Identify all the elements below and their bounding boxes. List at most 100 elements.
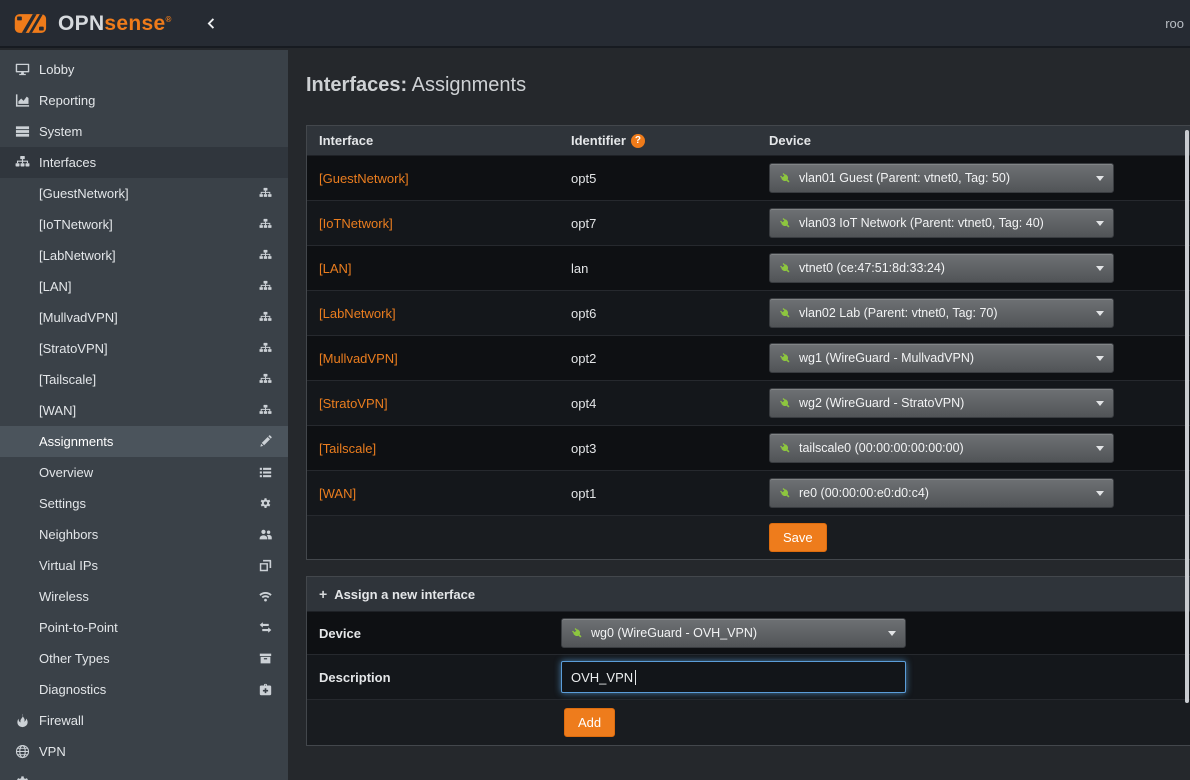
sidebar-item-diagnostics[interactable]: Diagnostics	[0, 674, 288, 705]
sidebar-item-iotnetwork[interactable]: [IoTNetwork]	[0, 209, 288, 240]
sidebar-item-assignments[interactable]: Assignments	[0, 426, 288, 457]
device-label: Device	[307, 626, 561, 641]
sidebar-item-virtual-ips[interactable]: Virtual IPs	[0, 550, 288, 581]
sidebar-item-label: Virtual IPs	[39, 558, 98, 573]
interface-link[interactable]: [LabNetwork]	[319, 306, 396, 321]
network-icon	[259, 280, 276, 293]
device-dropdown[interactable]: vtnet0 (ce:47:51:8d:33:24)	[769, 253, 1114, 283]
device-dropdown[interactable]: vlan01 Guest (Parent: vtnet0, Tag: 50)	[769, 163, 1114, 193]
sidebar-item-point-to-point[interactable]: Point-to-Point	[0, 612, 288, 643]
sidebar-item-other-types[interactable]: Other Types	[0, 643, 288, 674]
sidebar-item-interfaces[interactable]: Interfaces	[0, 147, 288, 178]
device-dropdown[interactable]: wg2 (WireGuard - StratoVPN)	[769, 388, 1114, 418]
gears-icon	[259, 497, 276, 510]
sidebar-item-label: VPN	[39, 744, 66, 759]
column-identifier: Identifier?	[559, 126, 757, 155]
sidebar-item-label: Firewall	[39, 713, 84, 728]
sidebar-item-label: Settings	[39, 496, 86, 511]
interface-link[interactable]: [GuestNetwork]	[319, 171, 409, 186]
sidebar-item-label: Assignments	[39, 434, 113, 449]
device-dropdown[interactable]: re0 (00:00:00:e0:d0:c4)	[769, 478, 1114, 508]
wifi-icon	[259, 590, 276, 603]
sidebar-item-label: [LAN]	[39, 279, 72, 294]
opnsense-app: OPNsense® roo Lobby Reporting System Int…	[0, 0, 1190, 780]
description-input[interactable]: OVH_VPN	[561, 661, 906, 693]
sidebar-item-label: Point-to-Point	[39, 620, 118, 635]
interfaces-icon	[12, 155, 32, 170]
description-value: OVH_VPN	[571, 670, 633, 685]
device-dropdown[interactable]: wg1 (WireGuard - MullvadVPN)	[769, 343, 1114, 373]
reporting-icon	[12, 93, 32, 108]
brand-logo[interactable]: OPNsense®	[14, 11, 172, 36]
sidebar-item-label: [WAN]	[39, 403, 76, 418]
sidebar-item-stratovpn[interactable]: [StratoVPN]	[0, 333, 288, 364]
interface-link[interactable]: [IoTNetwork]	[319, 216, 393, 231]
chevron-left-icon	[204, 17, 217, 30]
sidebar-item-neighbors[interactable]: Neighbors	[0, 519, 288, 550]
sidebar-item-label: System	[39, 124, 82, 139]
user-menu[interactable]: roo	[1165, 16, 1184, 31]
plus-icon: +	[319, 586, 327, 602]
plug-icon	[571, 627, 584, 640]
sidebar-item-label: Lobby	[39, 62, 74, 77]
add-button[interactable]: Add	[564, 708, 615, 737]
network-icon	[259, 311, 276, 324]
sidebar-item-settings[interactable]: Settings	[0, 488, 288, 519]
table-header: Interface Identifier? Device	[307, 126, 1190, 156]
table-row: [LabNetwork] opt6 vlan02 Lab (Parent: vt…	[307, 291, 1190, 336]
sidebar-item-tailscale[interactable]: [Tailscale]	[0, 364, 288, 395]
assign-new-interface-panel: +Assign a new interface Device wg0 (Wire…	[306, 576, 1190, 746]
sidebar-item-label: [IoTNetwork]	[39, 217, 113, 232]
sidebar-item-firewall[interactable]: Firewall	[0, 705, 288, 736]
users-icon	[259, 528, 276, 541]
text-cursor	[635, 670, 636, 685]
description-label: Description	[307, 670, 561, 685]
sidebar-item-partial[interactable]	[0, 767, 288, 780]
sidebar-item-vpn[interactable]: VPN	[0, 736, 288, 767]
table-row: [StratoVPN] opt4 wg2 (WireGuard - Strato…	[307, 381, 1190, 426]
interface-link[interactable]: [WAN]	[319, 486, 356, 501]
sidebar-item-label: [MullvadVPN]	[39, 310, 118, 325]
new-description-row: Description OVH_VPN	[307, 655, 1190, 700]
caret-down-icon	[1096, 266, 1104, 271]
caret-down-icon	[1096, 401, 1104, 406]
table-row: [GuestNetwork] opt5 vlan01 Guest (Parent…	[307, 156, 1190, 201]
firewall-icon	[12, 713, 32, 728]
device-dropdown[interactable]: vlan02 Lab (Parent: vtnet0, Tag: 70)	[769, 298, 1114, 328]
vertical-scrollbar[interactable]	[1185, 130, 1189, 703]
sidebar-item-mullvadvpn[interactable]: [MullvadVPN]	[0, 302, 288, 333]
vpn-globe-icon	[12, 744, 32, 759]
new-device-dropdown[interactable]: wg0 (WireGuard - OVH_VPN)	[561, 618, 906, 648]
opnsense-logo-icon	[14, 11, 50, 36]
interface-link[interactable]: [StratoVPN]	[319, 396, 388, 411]
interface-link[interactable]: [Tailscale]	[319, 441, 376, 456]
device-dropdown[interactable]: vlan03 IoT Network (Parent: vtnet0, Tag:…	[769, 208, 1114, 238]
sidebar-item-reporting[interactable]: Reporting	[0, 85, 288, 116]
caret-down-icon	[1096, 491, 1104, 496]
help-icon[interactable]: ?	[631, 134, 645, 148]
assign-new-interface-header: +Assign a new interface	[307, 577, 1190, 612]
identifier-value: opt2	[559, 347, 757, 370]
plug-icon	[779, 262, 792, 275]
identifier-value: opt5	[559, 167, 757, 190]
sidebar-item-label: [LabNetwork]	[39, 248, 116, 263]
sidebar-item-lobby[interactable]: Lobby	[0, 54, 288, 85]
table-row: [WAN] opt1 re0 (00:00:00:e0:d0:c4)	[307, 471, 1190, 516]
column-interface: Interface	[307, 126, 559, 155]
sidebar-item-lan[interactable]: [LAN]	[0, 271, 288, 302]
sidebar-collapse-button[interactable]	[200, 13, 221, 34]
interface-link[interactable]: [LAN]	[319, 261, 352, 276]
sidebar-item-wireless[interactable]: Wireless	[0, 581, 288, 612]
network-icon	[259, 404, 276, 417]
table-row: [MullvadVPN] opt2 wg1 (WireGuard - Mullv…	[307, 336, 1190, 381]
sidebar-item-labnetwork[interactable]: [LabNetwork]	[0, 240, 288, 271]
sidebar-item-overview[interactable]: Overview	[0, 457, 288, 488]
sidebar-item-wan[interactable]: [WAN]	[0, 395, 288, 426]
sidebar-item-label: [StratoVPN]	[39, 341, 108, 356]
sidebar-item-system[interactable]: System	[0, 116, 288, 147]
lobby-icon	[12, 62, 32, 77]
sidebar-item-guestnetwork[interactable]: [GuestNetwork]	[0, 178, 288, 209]
device-dropdown[interactable]: tailscale0 (00:00:00:00:00:00)	[769, 433, 1114, 463]
save-button[interactable]: Save	[769, 523, 827, 552]
interface-link[interactable]: [MullvadVPN]	[319, 351, 398, 366]
